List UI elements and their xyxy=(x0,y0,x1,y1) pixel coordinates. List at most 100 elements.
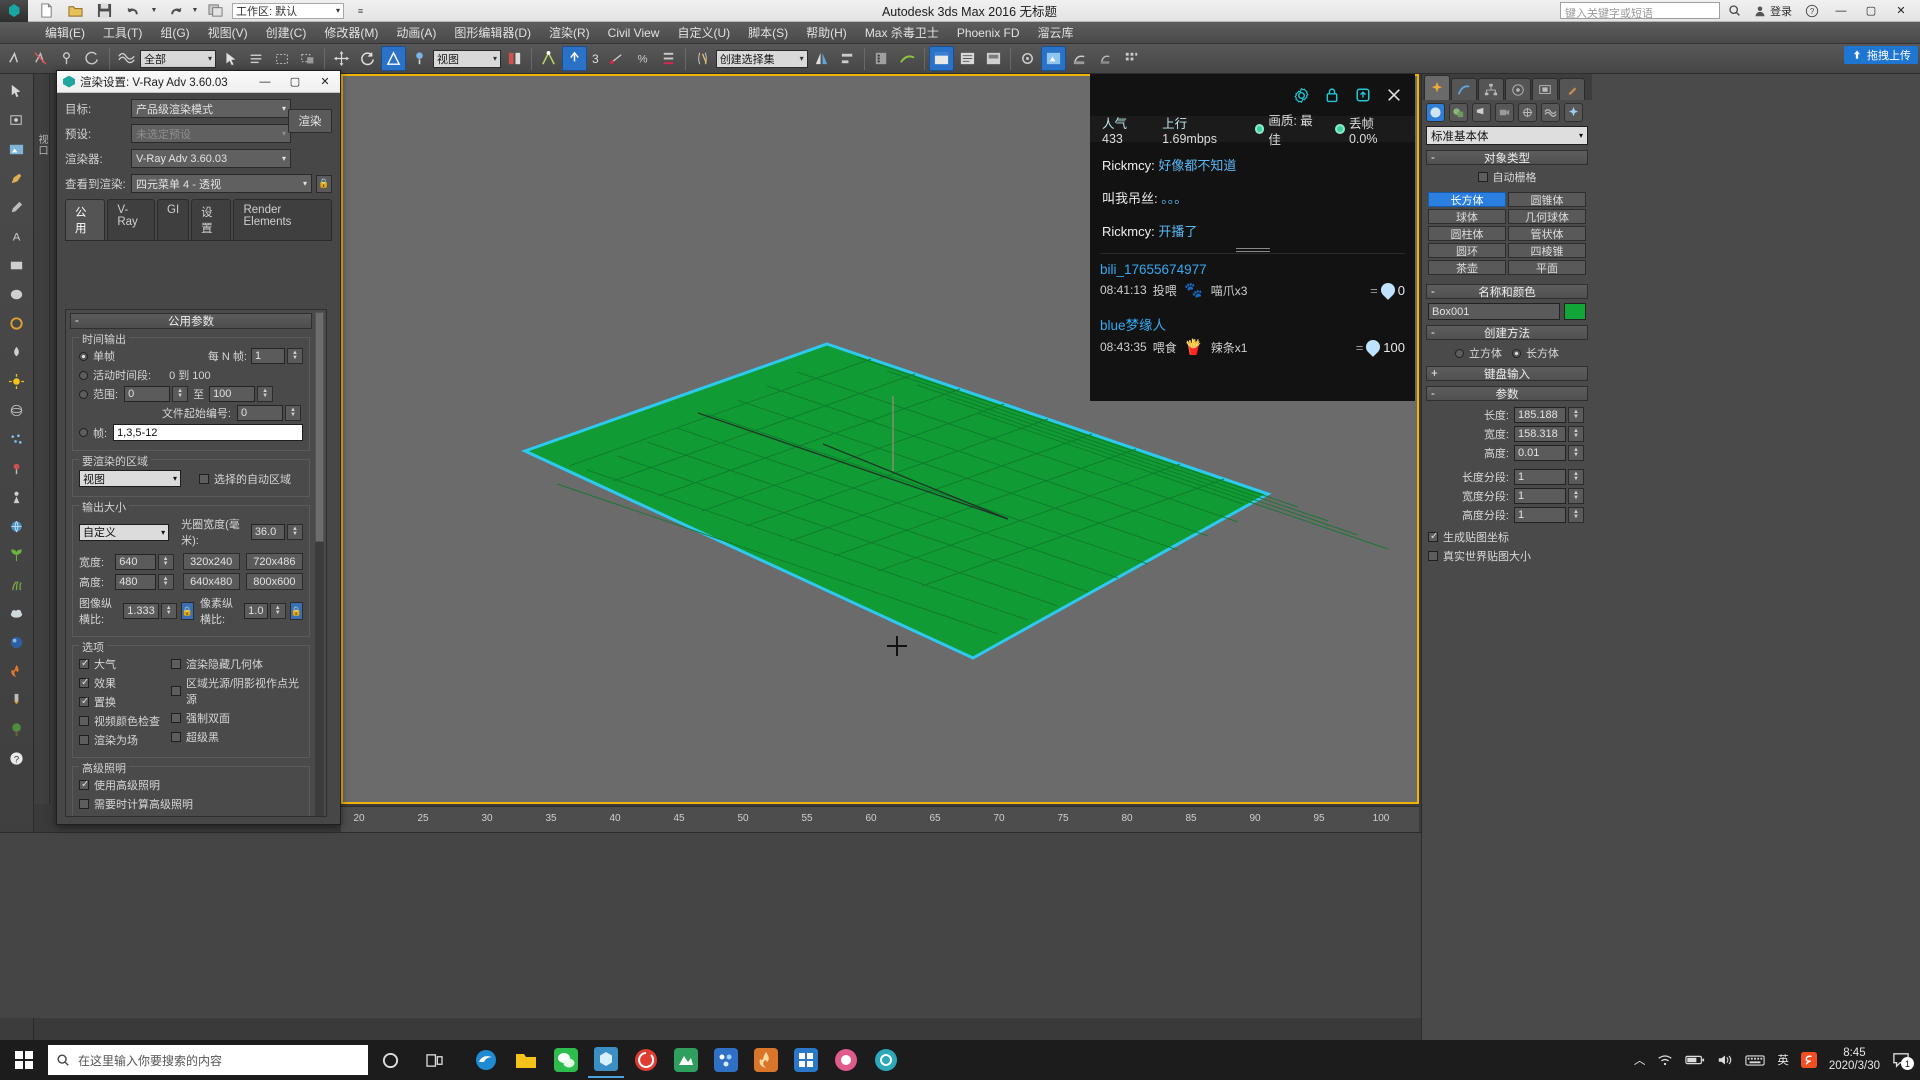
display-tab[interactable] xyxy=(1532,78,1558,100)
frames-input[interactable]: 1,3,5-12 xyxy=(113,424,303,441)
app-green-icon[interactable] xyxy=(668,1042,704,1078)
width-field[interactable]: 640 xyxy=(115,553,156,570)
search-icon[interactable] xyxy=(1724,2,1744,20)
active-segment-radio[interactable] xyxy=(79,370,88,380)
menu-item-3[interactable]: 视图(V) xyxy=(199,22,257,44)
image-aspect-lock-icon[interactable]: 🔒 xyxy=(180,602,194,620)
lights-icon[interactable] xyxy=(1472,102,1491,122)
tool-orb-icon[interactable] xyxy=(4,629,30,655)
select-by-name-icon[interactable] xyxy=(243,46,268,71)
object-button-cone[interactable]: 圆锥体 xyxy=(1508,192,1586,207)
select-move-icon[interactable] xyxy=(329,46,354,71)
tool-eyedropper-icon[interactable] xyxy=(4,194,30,220)
auto-region-checkbox[interactable] xyxy=(199,473,209,484)
every-nth-field[interactable]: 1 xyxy=(251,348,285,364)
modify-tab[interactable] xyxy=(1451,78,1477,100)
tab-vray[interactable]: V-Ray xyxy=(107,199,156,240)
set-project-icon[interactable] xyxy=(203,0,228,23)
tool-sphere-icon[interactable] xyxy=(4,397,30,423)
tool-move-icon[interactable] xyxy=(4,107,30,133)
battery-icon[interactable] xyxy=(1685,1054,1705,1066)
language-indicator[interactable]: 英 xyxy=(1777,1052,1789,1068)
menu-item-11[interactable]: 脚本(S) xyxy=(739,22,797,44)
tool-pin-icon[interactable] xyxy=(4,455,30,481)
option-area-lights-as-points-checkbox[interactable] xyxy=(171,686,181,696)
rs-close-button[interactable]: ✕ xyxy=(310,71,340,93)
activeshade-icon[interactable] xyxy=(1119,46,1144,71)
app-blue-icon[interactable] xyxy=(708,1042,744,1078)
tool-brush-icon[interactable] xyxy=(4,687,30,713)
menu-item-10[interactable]: 自定义(U) xyxy=(668,22,739,44)
object-category-combo[interactable]: 标准基本体 ▾ xyxy=(1426,126,1588,145)
signin-button[interactable]: 登录 xyxy=(1748,2,1798,20)
spinner-snap-icon[interactable] xyxy=(604,46,629,71)
file-start-field[interactable]: 0 xyxy=(237,405,283,421)
option-effects-checkbox[interactable] xyxy=(79,677,89,688)
edit-named-sel-icon[interactable] xyxy=(656,46,681,71)
layer-manager-icon[interactable] xyxy=(869,46,894,71)
image-aspect-spinner[interactable]: ▲ ▼ xyxy=(160,603,177,619)
3dsmax-icon[interactable] xyxy=(588,1042,624,1078)
menu-item-7[interactable]: 图形编辑器(D) xyxy=(445,22,540,44)
tool-help-icon[interactable]: ? xyxy=(4,745,30,771)
select-rotate-icon[interactable] xyxy=(355,46,380,71)
name-color-header[interactable]: - 名称和颜色 xyxy=(1426,284,1588,299)
view-to-render-combo[interactable]: 四元菜单 4 - 透视 ▾ xyxy=(131,174,312,193)
preset-640x480-button[interactable]: 640x480 xyxy=(182,573,240,590)
utilities-tab[interactable] xyxy=(1559,78,1585,100)
tool-fire-icon[interactable] xyxy=(4,658,30,684)
rs-minimize-button[interactable]: — xyxy=(250,71,280,93)
redo-icon[interactable] xyxy=(162,0,187,23)
gift-feed[interactable]: bili_17655674977 08:41:13 投喂 🐾 喵爪x3 = 0 … xyxy=(1100,248,1405,357)
tool-particles-icon[interactable] xyxy=(4,426,30,452)
generate-mapping-coords-checkbox[interactable] xyxy=(1428,531,1438,542)
menu-item-8[interactable]: 渲染(R) xyxy=(540,22,599,44)
option-render-to-fields-checkbox[interactable] xyxy=(79,735,89,745)
range-to-spinner[interactable]: ▲ ▼ xyxy=(257,386,274,402)
length-segs-spinner[interactable]: ▲ ▼ xyxy=(1568,469,1584,485)
preset-800x600-button[interactable]: 800x600 xyxy=(245,573,303,590)
object-button-pyramid[interactable]: 四棱锥 xyxy=(1508,243,1586,258)
menu-item-9[interactable]: Civil View xyxy=(599,22,669,44)
width-spinner[interactable]: ▲ ▼ xyxy=(157,553,174,570)
maximize-button[interactable]: ▢ xyxy=(1856,0,1886,22)
tool-sun-icon[interactable] xyxy=(4,368,30,394)
pixel-aspect-spinner[interactable]: ▲ ▼ xyxy=(269,603,286,619)
create-tab[interactable] xyxy=(1424,75,1450,100)
length-field[interactable]: 185.188 xyxy=(1514,407,1566,423)
qat-overflow-icon[interactable]: ≡ xyxy=(348,0,373,23)
volume-icon[interactable] xyxy=(1717,1053,1733,1067)
reference-coordinate-icon[interactable] xyxy=(80,46,105,71)
tool-grass-icon[interactable] xyxy=(4,571,30,597)
single-frame-radio[interactable] xyxy=(79,351,88,361)
range-to-field[interactable]: 100 xyxy=(209,386,256,402)
height-field[interactable]: 0.01 xyxy=(1514,445,1566,461)
pivot-center-icon[interactable] xyxy=(502,46,527,71)
motion-tab[interactable] xyxy=(1505,78,1531,100)
tool-ellipse-icon[interactable] xyxy=(4,281,30,307)
frames-radio[interactable] xyxy=(79,428,88,437)
app-logo-icon[interactable] xyxy=(0,0,28,22)
object-button-box[interactable]: 长方体 xyxy=(1428,192,1506,207)
object-color-swatch[interactable] xyxy=(1564,303,1586,320)
length-spinner[interactable]: ▲ ▼ xyxy=(1568,407,1584,423)
notification-icon[interactable]: 1 xyxy=(1892,1052,1914,1070)
object-button-tube[interactable]: 管状体 xyxy=(1508,226,1586,241)
menu-item-15[interactable]: 溜云库 xyxy=(1029,22,1083,44)
height-segs-field[interactable]: 1 xyxy=(1514,507,1566,523)
taskview-icon[interactable] xyxy=(412,1053,456,1068)
option-super-black-checkbox[interactable] xyxy=(171,732,181,742)
render-setup-icon[interactable] xyxy=(1015,46,1040,71)
spacewarps-icon[interactable] xyxy=(1541,102,1560,122)
preset-720x486-button[interactable]: 720x486 xyxy=(245,553,303,570)
mirror-icon[interactable] xyxy=(809,46,834,71)
close-button[interactable]: ✕ xyxy=(1886,0,1916,22)
workspace-selector[interactable]: 工作区: 默认 ▾ xyxy=(232,2,344,19)
render-settings-dialog[interactable]: 渲染设置: V-Ray Adv 3.60.03 — ▢ ✕ 目标: 产品级渲染模… xyxy=(56,70,341,825)
lock-view-icon[interactable]: 🔒 xyxy=(316,174,332,193)
tool-globe-icon[interactable] xyxy=(4,513,30,539)
new-icon[interactable] xyxy=(34,0,59,23)
autogrid-checkbox[interactable] xyxy=(1477,172,1488,182)
select-place-icon[interactable] xyxy=(407,46,432,71)
redo-dropdown-icon[interactable]: ▼ xyxy=(191,0,199,23)
